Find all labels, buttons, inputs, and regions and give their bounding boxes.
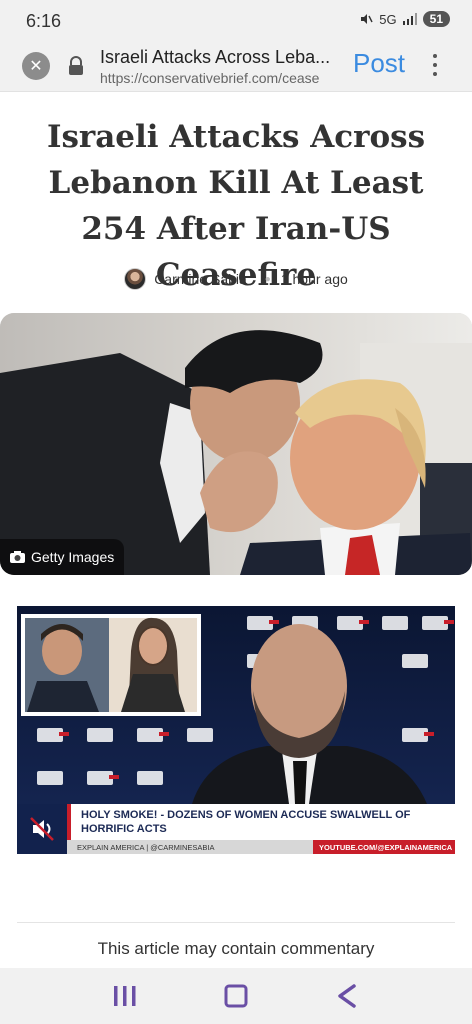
home-button[interactable] (218, 978, 254, 1014)
muted-speaker-icon (30, 817, 54, 841)
status-time: 6:16 (26, 11, 62, 31)
back-icon (337, 984, 356, 1008)
back-button[interactable] (329, 978, 365, 1014)
video-frame (17, 606, 455, 804)
network-label: 5G (379, 11, 397, 27)
camera-icon (10, 551, 25, 563)
more-options-icon[interactable] (428, 51, 442, 79)
content-divider (17, 922, 455, 923)
hero-photo (0, 313, 472, 575)
author-avatar[interactable] (124, 268, 147, 290)
url-text[interactable]: https://conservativebrief.com/cease (100, 70, 340, 86)
status-icons: 5G 51 (359, 11, 450, 27)
video-ticker-url: YOUTUBE.COM/@EXPLAINAMERICA (313, 840, 455, 854)
signal-icon (402, 13, 417, 25)
mute-icon (361, 14, 373, 24)
byline: Carmine Sabia ● 1 hour ago (0, 268, 472, 290)
close-tab-button[interactable]: ✕ (22, 52, 50, 80)
system-nav-bar (0, 968, 472, 1024)
video-mute-button[interactable] (17, 804, 67, 854)
lock-icon[interactable] (67, 56, 85, 76)
video-headline: HOLY SMOKE! - DOZENS OF WOMEN ACCUSE SWA… (67, 804, 455, 840)
byline-separator: ● (264, 273, 271, 285)
hero-image[interactable]: Getty Images (0, 313, 472, 575)
home-icon (224, 984, 248, 1008)
video-player[interactable]: HOLY SMOKE! - DOZENS OF WOMEN ACCUSE SWA… (17, 606, 455, 854)
status-bar: 6:16 5G 51 (0, 0, 472, 42)
video-ticker-channel: EXPLAIN AMERICA | @CARMINESABIA (67, 840, 313, 854)
published-time: 1 hour ago (280, 271, 348, 287)
author-name[interactable]: Carmine Sabia (154, 271, 247, 287)
battery-level: 51 (422, 11, 450, 27)
recents-button[interactable] (107, 978, 143, 1014)
close-icon: ✕ (29, 58, 43, 75)
commentary-notice: This article may contain commentary (97, 939, 375, 958)
photo-credit-text: Getty Images (31, 549, 115, 565)
photo-credit: Getty Images (0, 539, 125, 575)
browser-toolbar: ✕ Israeli Attacks Across Leba... https:/… (0, 42, 472, 92)
post-button[interactable]: Post (353, 48, 405, 79)
page-title: Israeli Attacks Across Leba... (100, 47, 331, 67)
recents-icon (114, 986, 136, 1006)
video-lower-third: HOLY SMOKE! - DOZENS OF WOMEN ACCUSE SWA… (17, 804, 455, 854)
